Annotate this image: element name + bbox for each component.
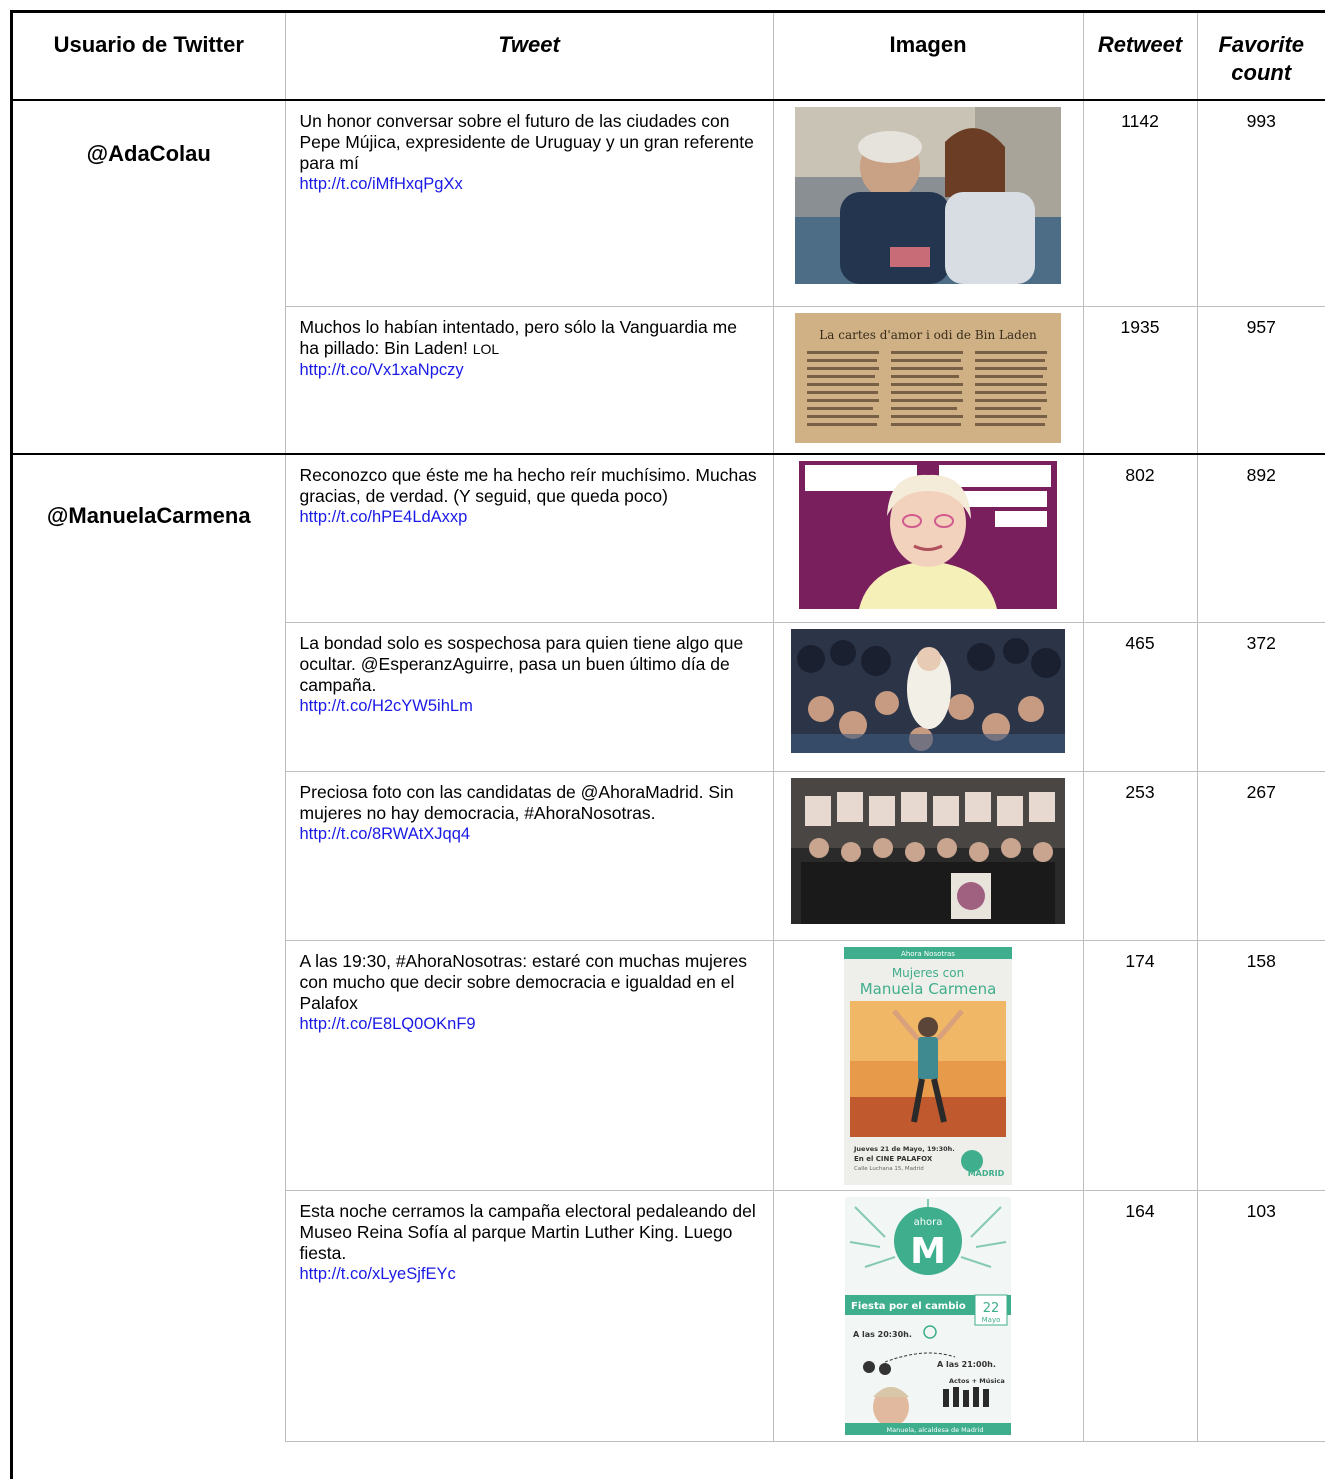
tweets-table: Usuario de Twitter Tweet Imagen Retweet … (13, 13, 1325, 1442)
retweet-count: 253 (1125, 781, 1155, 802)
poster-logo: MADRID (968, 1169, 1005, 1178)
table-header-row: Usuario de Twitter Tweet Imagen Retweet … (13, 13, 1325, 101)
image-cell (772, 453, 1084, 623)
tweet-text: A las 19:30, #AhoraNosotras: estaré con … (299, 950, 747, 1013)
retweet-count: 1935 (1120, 316, 1160, 337)
retweet-cell: 802 (1082, 453, 1198, 623)
image-cell (772, 99, 1084, 307)
retweet-cell: 164 (1082, 1189, 1198, 1442)
tweet-link[interactable]: http://t.co/xLyeSjfEYc (300, 1264, 759, 1285)
document-page: Usuario de Twitter Tweet Imagen Retweet … (0, 0, 1325, 1479)
tweet-text-lol: LOL (472, 340, 500, 357)
favorite-count: 957 (1246, 316, 1276, 337)
favorite-cell: 103 (1196, 1189, 1325, 1442)
table-row: @AdaColau Un honor conversar sobre el fu… (13, 99, 1325, 455)
tweet-text: Muchos lo habían intentado, pero sólo la… (299, 316, 737, 358)
photo-crowd (791, 628, 1065, 753)
retweet-cell: 1142 (1082, 99, 1198, 307)
retweet-cell: 253 (1082, 770, 1198, 941)
table-row: @ManuelaCarmena Reconozco que éste me ha… (13, 453, 1325, 1441)
poster-line1: Mujeres con (892, 966, 964, 980)
header-image: Imagen (772, 13, 1084, 101)
user-cell: @AdaColau (13, 99, 286, 455)
cartoon-carmena (799, 461, 1057, 609)
retweet-count: 465 (1125, 632, 1155, 653)
tweet-link[interactable]: http://t.co/8RWAtXJqq4 (300, 824, 759, 845)
photo-candidates-group (791, 777, 1065, 924)
image-cell (772, 770, 1084, 941)
favorite-cell: 158 (1196, 939, 1325, 1191)
favorite-count: 372 (1246, 632, 1276, 653)
poster-acts: Actos + Música (949, 1377, 1005, 1385)
header-favorite-line2: count (1231, 60, 1292, 85)
tweet-text: Un honor conversar sobre el futuro de la… (299, 111, 754, 173)
poster-address: Calle Luchana 15, Madrid (854, 1166, 924, 1172)
retweet-cell: 174 (1082, 939, 1198, 1191)
user-cell: @ManuelaCarmena (13, 453, 286, 1441)
poster-footer: Manuela, alcaldesa de Madrid (887, 1426, 984, 1434)
tweet-cell: Esta noche cerramos la campaña electoral… (284, 1189, 774, 1442)
header-favorite: Favorite count (1196, 13, 1325, 101)
tweet-link[interactable]: http://t.co/H2cYW5ihLm (300, 696, 759, 717)
tweet-link[interactable]: http://t.co/hPE4LdAxxp (300, 507, 759, 528)
poster-time1: A las 20:30h. (853, 1330, 912, 1339)
tweet-text: La bondad solo es sospechosa para quien … (299, 632, 744, 695)
tweet-cell: A las 19:30, #AhoraNosotras: estaré con … (284, 939, 774, 1191)
tweet-cell: Reconozco que éste me ha hecho reír much… (284, 453, 774, 623)
image-cell: La cartes d'amor i odi de Bin Laden (772, 305, 1084, 455)
favorite-count: 892 (1246, 465, 1276, 485)
header-retweet: Retweet (1082, 13, 1198, 101)
retweet-cell: 465 (1082, 621, 1198, 772)
tweet-cell: Un honor conversar sobre el futuro de la… (284, 99, 774, 307)
favorite-count: 267 (1246, 781, 1276, 802)
poster-time2: A las 21:00h. (937, 1360, 996, 1369)
favorite-cell: 372 (1196, 621, 1325, 772)
tweet-link[interactable]: http://t.co/Vx1xaNpczy (300, 360, 759, 381)
poster-fiesta-por-el-cambio: ahora M Fiesta por el cambio 22 Mayo A l… (845, 1196, 1011, 1435)
tweet-text: Reconozco que éste me ha hecho reír much… (299, 465, 757, 506)
user-handle[interactable]: @ManuelaCarmena (13, 455, 285, 529)
photo-mujica-colau (795, 107, 1061, 284)
favorite-cell: 957 (1196, 305, 1325, 455)
tweet-cell: Muchos lo habían intentado, pero sólo la… (284, 305, 774, 455)
header-user: Usuario de Twitter (13, 13, 286, 101)
tweet-link[interactable]: http://t.co/iMfHxqPgXx (300, 174, 759, 195)
tweet-cell: La bondad solo es sospechosa para quien … (284, 621, 774, 772)
retweet-count: 802 (1125, 465, 1155, 485)
retweet-cell: 1935 (1082, 305, 1198, 455)
favorite-cell: 993 (1196, 99, 1325, 307)
poster-line2: Manuela Carmena (860, 980, 997, 998)
image-cell: Ahora Nosotras Mujeres con Manuela Carme… (772, 939, 1084, 1191)
favorite-cell: 892 (1196, 453, 1325, 623)
image-cell (772, 621, 1084, 772)
retweet-count: 1142 (1121, 111, 1159, 131)
clipping-title: La cartes d'amor i odi de Bin Laden (819, 328, 1037, 342)
poster-banner: Fiesta por el cambio (851, 1301, 966, 1312)
user-handle[interactable]: @AdaColau (13, 101, 285, 167)
poster-mujeres-con-manuela: Ahora Nosotras Mujeres con Manuela Carme… (844, 946, 1012, 1185)
tweet-text: Esta noche cerramos la campaña electoral… (299, 1200, 756, 1263)
poster-ahora: ahora (914, 1217, 943, 1228)
tweet-link[interactable]: http://t.co/E8LQ0OKnF9 (300, 1014, 759, 1035)
favorite-cell: 267 (1196, 770, 1325, 941)
poster-m: M (910, 1231, 946, 1272)
header-tweet: Tweet (284, 13, 774, 101)
poster-venue: En el CINE PALAFOX (854, 1155, 933, 1163)
retweet-count: 174 (1125, 950, 1155, 971)
favorite-count: 993 (1246, 111, 1276, 131)
tweet-text: Preciosa foto con las candidatas de @Aho… (299, 781, 734, 823)
favorite-count: 103 (1246, 1200, 1276, 1221)
retweet-count: 164 (1125, 1200, 1155, 1221)
poster-date: Jueves 21 de Mayo, 19:30h. (853, 1145, 955, 1153)
image-cell: ahora M Fiesta por el cambio 22 Mayo A l… (772, 1189, 1084, 1442)
poster-top: Ahora Nosotras (901, 950, 955, 958)
tweet-cell: Preciosa foto con las candidatas de @Aho… (284, 770, 774, 941)
poster-month: Mayo (982, 1316, 1001, 1324)
favorite-count: 158 (1246, 950, 1276, 971)
newspaper-clipping: La cartes d'amor i odi de Bin Laden (795, 312, 1061, 443)
header-favorite-line1: Favorite (1218, 32, 1305, 57)
poster-day: 22 (983, 1301, 1000, 1316)
